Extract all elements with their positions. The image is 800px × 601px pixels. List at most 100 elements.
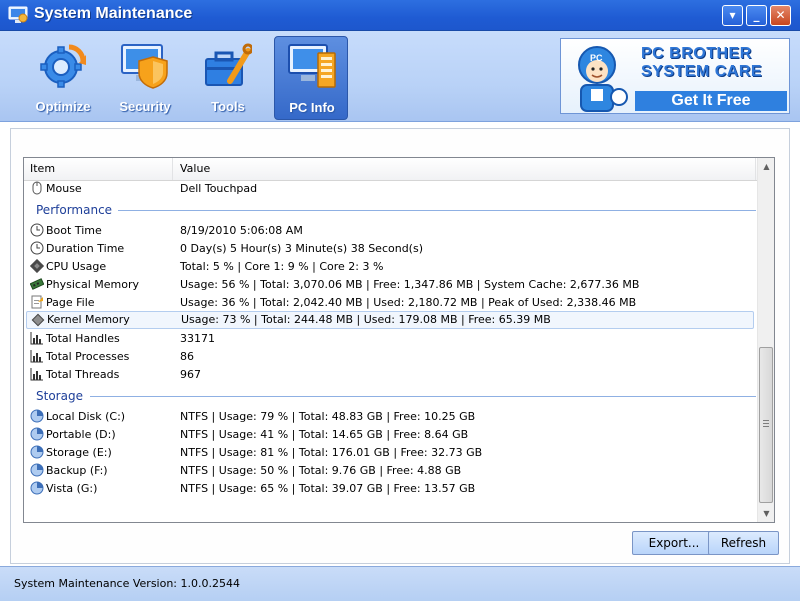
pc-brother-banner[interactable]: PC PC BROTHER SYSTEM CARE Get It Free bbox=[560, 38, 790, 114]
cpu-icon bbox=[30, 259, 44, 273]
item-name: Kernel Memory bbox=[47, 313, 130, 326]
list-item[interactable]: CPU Usage Total: 5 % | Core 1: 9 % | Cor… bbox=[24, 258, 757, 276]
tab-label: Security bbox=[119, 99, 171, 114]
item-name: Total Processes bbox=[46, 350, 130, 363]
kernel-icon bbox=[31, 313, 45, 327]
group-title: Performance bbox=[36, 203, 113, 217]
item-value: Total: 5 % | Core 1: 9 % | Core 2: 3 % bbox=[180, 260, 384, 273]
monitor-info-icon bbox=[288, 44, 336, 88]
item-value: Usage: 73 % | Total: 244.48 MB | Used: 1… bbox=[181, 313, 551, 326]
item-name: Total Threads bbox=[46, 368, 120, 381]
disk-icon bbox=[30, 445, 44, 459]
group-divider bbox=[90, 396, 756, 397]
item-value: Usage: 56 % | Total: 3,070.06 MB | Free:… bbox=[180, 278, 640, 291]
item-name: Backup (F:) bbox=[46, 464, 108, 477]
disk-icon bbox=[30, 463, 44, 477]
item-name: Duration Time bbox=[46, 242, 125, 255]
item-name: Total Handles bbox=[46, 332, 120, 345]
item-name: Portable (D:) bbox=[46, 428, 116, 441]
toolbox-icon bbox=[205, 43, 252, 86]
grip-line bbox=[763, 423, 769, 424]
list-header: Item Value bbox=[24, 158, 757, 181]
group-title: Storage bbox=[36, 389, 83, 403]
arrow-up-icon: ▲ bbox=[763, 162, 770, 171]
group-header-storage: Storage bbox=[36, 387, 756, 405]
item-value: 967 bbox=[180, 368, 201, 381]
list-item[interactable]: Storage (E:) NTFS | Usage: 81 % | Total:… bbox=[24, 444, 757, 462]
arrow-down-icon: ▼ bbox=[763, 509, 770, 518]
page-file-icon bbox=[31, 295, 43, 309]
list-item[interactable]: Page File Usage: 36 % | Total: 2,042.40 … bbox=[24, 294, 757, 312]
group-header-performance: Performance bbox=[36, 201, 756, 219]
disk-icon bbox=[30, 427, 44, 441]
clock-icon bbox=[30, 241, 44, 255]
list-item[interactable]: Boot Time 8/19/2010 5:06:08 AM bbox=[24, 222, 757, 240]
pc-info-list[interactable]: Item Value Mouse Dell Touchpad Performan… bbox=[23, 157, 775, 523]
clock-icon bbox=[30, 223, 44, 237]
list-item-selected[interactable]: Kernel Memory Usage: 73 % | Total: 244.4… bbox=[26, 311, 754, 329]
list-item[interactable]: Local Disk (C:) NTFS | Usage: 79 % | Tot… bbox=[24, 408, 757, 426]
tab-security[interactable]: Security bbox=[106, 37, 184, 117]
close-button[interactable]: ✕ bbox=[770, 5, 791, 26]
banner-title-line2: SYSTEM CARE bbox=[641, 63, 763, 80]
item-value: NTFS | Usage: 50 % | Total: 9.76 GB | Fr… bbox=[180, 464, 462, 477]
status-bar: System Maintenance Version: 1.0.0.2544 bbox=[0, 566, 800, 601]
grip-line bbox=[763, 426, 769, 427]
bar-chart-icon bbox=[30, 368, 43, 381]
item-name: Local Disk (C:) bbox=[46, 410, 126, 423]
item-value: Dell Touchpad bbox=[180, 182, 258, 195]
list-item[interactable]: Total Threads 967 bbox=[24, 366, 757, 384]
pc-info-panel: Item Value Mouse Dell Touchpad Performan… bbox=[10, 128, 790, 564]
refresh-button[interactable]: Refresh bbox=[708, 531, 779, 555]
list-item[interactable]: Vista (G:) NTFS | Usage: 65 % | Total: 3… bbox=[24, 480, 757, 498]
item-name: Physical Memory bbox=[46, 278, 139, 291]
title-bar[interactable]: System Maintenance ▾ _ ✕ bbox=[0, 0, 800, 31]
item-name: Mouse bbox=[46, 182, 82, 195]
item-value: 86 bbox=[180, 350, 194, 363]
mouse-icon bbox=[32, 181, 42, 195]
chevron-down-icon: ▾ bbox=[729, 8, 736, 22]
column-divider[interactable] bbox=[172, 158, 173, 180]
export-button[interactable]: Export... bbox=[632, 531, 716, 555]
minimize-button[interactable]: _ bbox=[746, 5, 767, 26]
list-item[interactable]: Backup (F:) NTFS | Usage: 50 % | Total: … bbox=[24, 462, 757, 480]
shield-monitor-icon bbox=[121, 44, 168, 89]
column-header-item[interactable]: Item bbox=[30, 162, 55, 175]
item-value: NTFS | Usage: 41 % | Total: 14.65 GB | F… bbox=[180, 428, 469, 441]
tab-label: PC Info bbox=[289, 100, 335, 115]
banner-cta[interactable]: Get It Free bbox=[635, 91, 787, 111]
menu-dropdown-button[interactable]: ▾ bbox=[722, 5, 743, 26]
tab-optimize[interactable]: Optimize bbox=[24, 37, 102, 117]
item-value: 8/19/2010 5:06:08 AM bbox=[180, 224, 303, 237]
group-divider bbox=[118, 210, 756, 211]
list-item[interactable]: Physical Memory Usage: 56 % | Total: 3,0… bbox=[24, 276, 757, 294]
grip-line bbox=[763, 420, 769, 421]
column-header-value[interactable]: Value bbox=[180, 162, 210, 175]
list-item[interactable]: Mouse Dell Touchpad bbox=[24, 180, 757, 198]
scroll-thumb[interactable] bbox=[759, 347, 773, 503]
tab-label: Tools bbox=[211, 99, 245, 114]
list-item[interactable]: Total Processes 86 bbox=[24, 348, 757, 366]
item-name: Storage (E:) bbox=[46, 446, 112, 459]
tab-tools[interactable]: Tools bbox=[189, 37, 267, 117]
main-toolbar: Optimize Security Tools PC Info PC PC BR… bbox=[0, 31, 800, 122]
list-item[interactable]: Total Handles 33171 bbox=[24, 330, 757, 348]
vertical-scrollbar[interactable]: ▲ ▼ bbox=[757, 158, 774, 522]
mascot-icon: PC bbox=[578, 46, 628, 112]
scroll-up-button[interactable]: ▲ bbox=[758, 158, 774, 175]
item-value: 0 Day(s) 5 Hour(s) 3 Minute(s) 38 Second… bbox=[180, 242, 423, 255]
item-name: Page File bbox=[46, 296, 95, 309]
disk-icon bbox=[30, 481, 44, 495]
item-value: 33171 bbox=[180, 332, 215, 345]
tab-pc-info[interactable]: PC Info bbox=[274, 36, 348, 120]
scroll-down-button[interactable]: ▼ bbox=[758, 505, 774, 522]
item-name: Boot Time bbox=[46, 224, 102, 237]
list-item[interactable]: Portable (D:) NTFS | Usage: 41 % | Total… bbox=[24, 426, 757, 444]
bar-chart-icon bbox=[30, 332, 43, 345]
close-icon: ✕ bbox=[775, 8, 786, 22]
list-item[interactable]: Duration Time 0 Day(s) 5 Hour(s) 3 Minut… bbox=[24, 240, 757, 258]
tab-label: Optimize bbox=[35, 99, 91, 114]
gear-refresh-icon bbox=[40, 44, 86, 88]
memory-icon bbox=[30, 278, 44, 290]
minimize-icon: _ bbox=[753, 8, 760, 22]
